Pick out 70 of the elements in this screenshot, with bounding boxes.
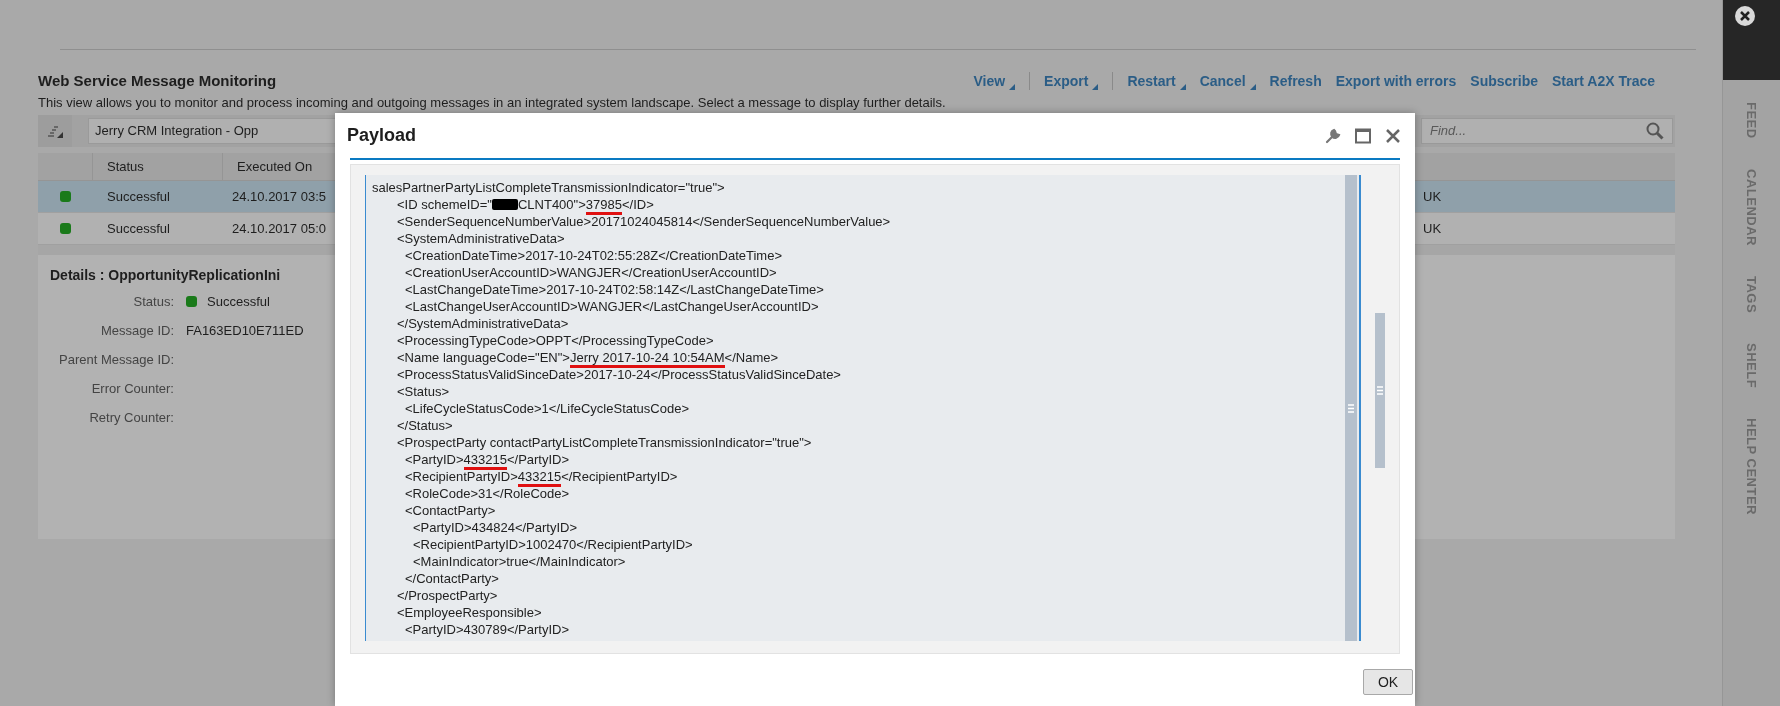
table-cell-text: Successful [106, 219, 171, 238]
toolbar-link[interactable]: Cancel [1199, 70, 1246, 92]
ok-button[interactable]: OK [1363, 669, 1413, 695]
side-panel-tab[interactable]: FEED [1741, 102, 1762, 139]
details-title: Details : OpportunityReplicationIni [50, 266, 281, 285]
xml-line: <RecipientPartyID>1002470</RecipientPartyID> [413, 536, 693, 553]
close-icon[interactable] [1735, 6, 1755, 26]
xml-line: <SenderSequenceNumberValue>20171024045814</SenderSequenceNumberValue> [397, 213, 891, 230]
xml-line: <RecipientPartyID>433215</RecipientPartyID> [405, 468, 678, 485]
toolbar-link[interactable]: Subscribe [1470, 70, 1538, 92]
side-panel-tab[interactable]: HELP CENTER [1741, 417, 1762, 515]
xml-line: <LastChangeDateTime>2017-10-24T02:58:14Z</LastChangeDateTime> [405, 281, 824, 298]
toolbar-link[interactable]: Restart [1127, 70, 1176, 92]
xml-line: <ProcessingTypeCode>OPPT</ProcessingTypeCode> [397, 332, 714, 349]
side-panel-tab[interactable]: SHELF [1741, 342, 1762, 388]
xml-line: <ID schemeID=" CLNT400">37985</ID> [397, 196, 654, 213]
toolbar-link[interactable]: View [973, 70, 1006, 92]
field-value: FA163ED10E711ED [186, 321, 304, 340]
xml-line: <Name languageCode="EN">Jerry 2017-10-24 10:54AM</Name> [397, 349, 779, 366]
xml-line: <PartyID>434824</PartyID> [413, 519, 578, 536]
table-cell-text: Successful [106, 187, 171, 206]
field-value: Successful [207, 292, 270, 311]
side-panel-tab[interactable]: CALENDAR [1741, 168, 1762, 246]
scrollbar[interactable] [1375, 313, 1385, 468]
toolbar-link[interactable]: Refresh [1269, 70, 1322, 92]
toolbar-link[interactable]: Start A2X Trace [1552, 70, 1655, 92]
xml-line: <CreationUserAccountID>WANGJER</CreationUserAccountID> [405, 264, 777, 281]
xml-line: <EmployeeResponsible> [397, 604, 542, 621]
table-cell-text: UK [1422, 187, 1443, 206]
xml-line: <SystemAdministrativeData> [397, 230, 565, 247]
toolbar-link[interactable]: Export with errors [1335, 70, 1457, 92]
field-label: Error Counter: [90, 379, 174, 398]
xml-line: <MainIndicator>true</MainIndicator> [413, 553, 626, 570]
column-header: Status [93, 153, 223, 180]
table-cell-text: UK [1422, 219, 1443, 238]
xml-line: <RoleCode>31</RoleCode> [405, 485, 570, 502]
field-label: Retry Counter: [88, 408, 174, 427]
search-icon [1646, 122, 1664, 140]
xml-line: <ContactParty> [405, 502, 496, 519]
grip-icon [1377, 386, 1383, 395]
xml-line: <Status> [397, 383, 450, 400]
table-cell-text: 24.10.2017 03:5 [232, 187, 326, 206]
xml-line: <CreationDateTime>2017-10-24T02:55:28Z</CreationDateTime> [405, 247, 782, 264]
side-panel-tab[interactable]: TAGS [1741, 275, 1762, 313]
xml-line: <LifeCycleStatusCode>1</LifeCycleStatusCode> [405, 400, 689, 417]
xml-line: <LastChangeUserAccountID>WANGJER</LastChangeUserAccountID> [405, 298, 819, 315]
search-field[interactable]: Find... [1421, 118, 1673, 144]
xml-line: </ContactParty> [405, 570, 499, 587]
sort-icon [46, 124, 64, 138]
xml-line: </ProspectParty> [397, 587, 498, 604]
page-description: This view allows you to monitor and process incoming and outgoing messages in an integrated system landscape. Select a message to display further details. [38, 95, 947, 111]
wrench-icon[interactable] [1325, 127, 1341, 144]
grip-icon [1348, 403, 1354, 413]
column-header: Executed On [236, 157, 314, 176]
xml-line: <PartyID>430789</PartyID> [405, 621, 570, 638]
field-label: Status: [132, 292, 174, 311]
close-icon[interactable] [1385, 127, 1401, 144]
maximize-icon[interactable] [1355, 127, 1371, 144]
xml-line: </SystemAdministrativeData> [397, 315, 569, 332]
scrollbar[interactable] [1345, 175, 1357, 641]
table-cell-text: 24.10.2017 05:0 [232, 219, 326, 238]
toolbar-link[interactable]: Export [1044, 70, 1089, 92]
xml-line: </Status> [397, 417, 453, 434]
xml-line: <ProspectParty contactPartyListCompleteTransmissionIndicator="true"> [397, 434, 812, 451]
field-label: Parent Message ID: [58, 350, 174, 369]
xml-line: salesPartnerPartyListCompleteTransmissionIndicator="true"> [372, 179, 725, 196]
xml-line: <ProcessStatusValidSinceDate>2017-10-24</ProcessStatusValidSinceDate> [397, 366, 841, 383]
page-title: Web Service Message Monitoring [38, 70, 278, 91]
field-label: Message ID: [100, 321, 174, 340]
xml-line: <PartyID>433215</PartyID> [405, 451, 570, 468]
